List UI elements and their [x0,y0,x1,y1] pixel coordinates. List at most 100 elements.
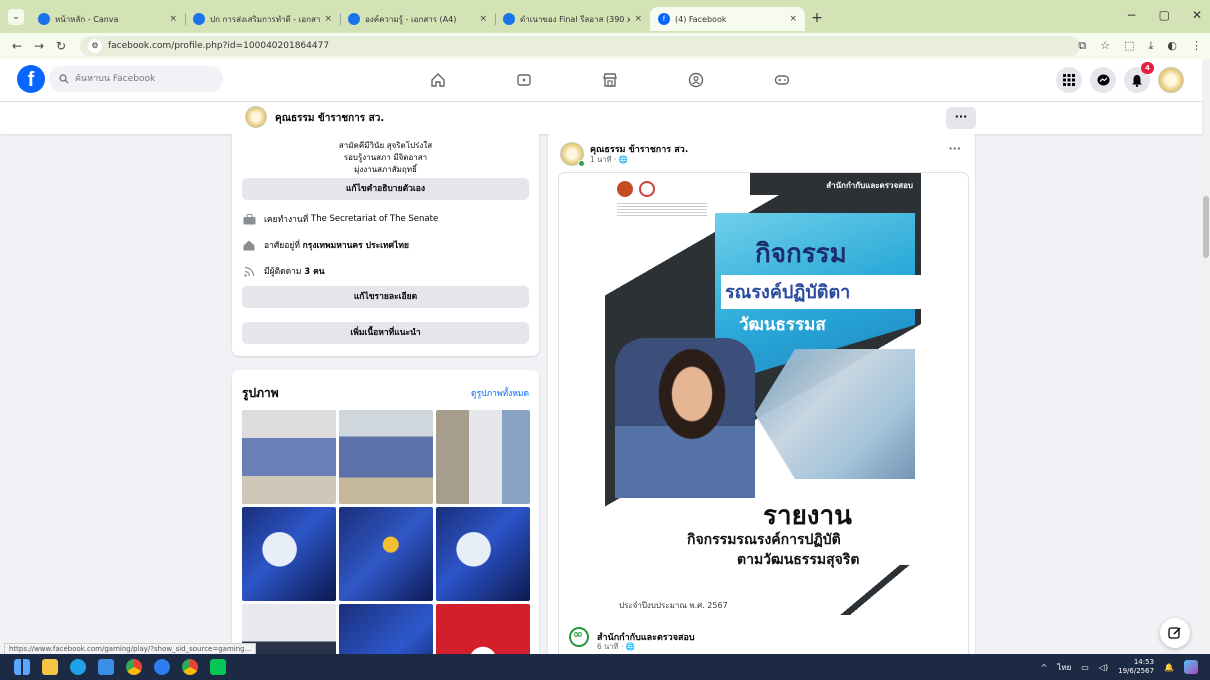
profile-more-button[interactable]: ··· [946,107,976,129]
network-icon[interactable]: ▭ [1081,663,1089,672]
profile-name[interactable]: คุณธรรม ข้าราชการ สว. [275,111,384,126]
photo-thumbnail[interactable] [436,604,530,654]
store-icon[interactable] [98,659,114,675]
notifications-bell-icon[interactable]: 4 [1124,62,1154,93]
tab-close-icon[interactable]: × [324,14,332,24]
messenger-icon[interactable] [1090,67,1116,93]
poster-portrait [615,338,755,498]
nav-marketplace-icon[interactable] [567,67,653,93]
post-timestamp[interactable]: 1 นาที · 🌐 [590,154,628,166]
profile-avatar[interactable] [245,106,267,128]
bookmark-star-icon[interactable]: ☆ [1100,39,1110,53]
browser-tab-canva-home[interactable]: หน้าหลัก - Canva × [30,7,185,31]
add-featured-button[interactable]: เพิ่มเนื้อหาที่แนะนำ [242,322,529,344]
profile-bio: สามัคคีมีวินัย สุจริตโปร่งใส รอบรู้งานสภ… [232,140,539,176]
profile-icon[interactable]: ◐ [1167,39,1177,53]
minimize-button[interactable]: − [1127,8,1137,22]
photo-thumbnail[interactable] [436,410,530,504]
edit-details-button[interactable]: แก้ไขรายละเอียด [242,286,529,308]
scrollbar-thumb[interactable] [1203,196,1209,258]
bio-line: สามัคคีมีวินัย สุจริตโปร่งใส [338,141,433,150]
new-tab-button[interactable]: + [805,7,829,31]
browser-tab-facebook[interactable]: f (4) Facebook × [650,7,805,31]
edit-bio-button[interactable]: แก้ไขคำอธิบายตัวเอง [242,178,529,200]
nav-video-icon[interactable] [481,67,567,93]
tab-search-button[interactable]: ⌄ [8,9,24,25]
address-bar[interactable]: ⚙ facebook.com/profile.php?id=1000402018… [80,36,1080,56]
post-options-button[interactable]: ··· [948,142,961,155]
volume-icon[interactable]: ◁) [1099,663,1108,672]
line-app-icon[interactable] [210,659,226,675]
canva-favicon-icon [503,13,515,25]
browser-tab-final-reels[interactable]: ดำเนาของ Final รีลอาส (390 x 24 × [495,7,650,31]
photo-thumbnail[interactable] [242,410,336,504]
poster-logo-emblem-icon [639,181,655,197]
nav-home-icon[interactable] [395,67,481,93]
lives-info-row: อาศัยอยู่ที่ กรุงเทพมหานคร ประเทศไทย [242,238,409,252]
tab-close-icon[interactable]: × [634,14,642,24]
poster-heading: กิจกรรม [755,239,847,269]
input-language[interactable]: ไทย [1057,661,1071,674]
nav-groups-icon[interactable] [653,67,739,93]
cast-icon[interactable]: ⧉ [1078,39,1086,53]
account-avatar[interactable] [1158,67,1184,93]
chrome-profile-icon[interactable] [182,659,198,675]
site-info-icon[interactable]: ⚙ [88,39,102,53]
followers-count[interactable]: 3 คน [304,264,324,278]
photo-thumbnail[interactable] [339,507,433,601]
photo-thumbnail[interactable] [436,507,530,601]
page-scrollbar[interactable] [1202,59,1210,654]
taskbar-clock[interactable]: 14:53 19/6/2567 [1118,658,1154,676]
browser-tab-knowledge-doc[interactable]: องค์ความรู้ - เอกสาร (A4) × [340,7,495,31]
tab-list: หน้าหลัก - Canva × ปก การส่งเสริมการทำดี… [30,7,829,33]
post-card: คุณธรรม ข้าราชการ สว. 1 นาที · 🌐 ··· สำน… [548,134,975,654]
facebook-logo-icon[interactable]: f [17,65,45,93]
file-explorer-icon[interactable] [42,659,58,675]
browser-menu-icon[interactable]: ⋮ [1191,39,1202,53]
menu-grid-icon[interactable] [1056,67,1082,93]
reload-icon[interactable]: ↻ [50,39,72,53]
close-window-button[interactable]: ✕ [1192,8,1202,22]
photo-thumbnail[interactable] [339,604,433,654]
notification-count-badge: 4 [1141,62,1154,74]
notification-icon[interactable]: 🔔 [1164,663,1174,672]
facebook-search[interactable] [49,66,223,92]
photo-thumbnail[interactable] [339,410,433,504]
windows-taskbar: ^ ไทย ▭ ◁) 14:53 19/6/2567 🔔 [0,654,1210,680]
new-message-button[interactable] [1160,618,1190,648]
intro-card: สามัคคีมีวินัย สุจริตโปร่งใส รอบรู้งานสภ… [232,134,539,356]
back-arrow-icon[interactable]: ← [6,39,28,53]
chrome-icon[interactable] [126,659,142,675]
work-place[interactable]: The Secretariat of The Senate [311,214,438,224]
shared-post: สำนักกำกับและตรวจสอบ กิจกรรม รณรงค์ปฏิบั… [558,172,969,654]
browser-tab-cover-doc[interactable]: ปก การส่งเสริมการทำดี - เอกสาร (A4) × [185,7,340,31]
windows-start-icon[interactable] [14,659,30,675]
photos-title: รูปภาพ [242,386,279,400]
copilot-icon[interactable] [1184,660,1198,674]
nav-gaming-icon[interactable] [739,67,825,93]
canva-favicon-icon [38,13,50,25]
poster-image[interactable]: สำนักกำกับและตรวจสอบ กิจกรรม รณรงค์ปฏิบั… [605,173,921,620]
address-url: facebook.com/profile.php?id=100040201864… [108,41,330,51]
work-info-row: เคยทำงานที่ The Secretariat of The Senat… [242,212,438,226]
window-controls: − ▢ ✕ [1127,8,1202,22]
compose-edit-icon [1168,627,1181,639]
photo-thumbnail[interactable] [242,507,336,601]
tab-close-icon[interactable]: × [789,14,797,24]
see-all-photos-link[interactable]: ดูรูปภาพทั้งหมด [471,386,529,400]
extensions-icon[interactable]: ⬚ [1124,39,1134,53]
tray-chevron-icon[interactable]: ^ [1041,663,1048,672]
tab-close-icon[interactable]: × [479,14,487,24]
bio-line: มุ่งงานสภาสัมฤทธิ์ [354,165,417,174]
forward-arrow-icon[interactable]: → [28,39,50,53]
app-icon[interactable] [154,659,170,675]
tab-close-icon[interactable]: × [169,14,177,24]
edge-browser-icon[interactable] [70,659,86,675]
shared-author-avatar[interactable] [569,627,589,647]
download-icon[interactable]: ⤓ [1149,39,1154,53]
lives-place[interactable]: กรุงเทพมหานคร ประเทศไทย [303,238,409,252]
shared-timestamp[interactable]: 6 นาที · 🌐 [597,641,635,653]
search-input[interactable] [75,74,215,84]
toolbar-actions: ⧉ ☆ ⬚ ⤓ ◐ ⋮ [1078,39,1202,53]
restore-button[interactable]: ▢ [1159,8,1170,22]
